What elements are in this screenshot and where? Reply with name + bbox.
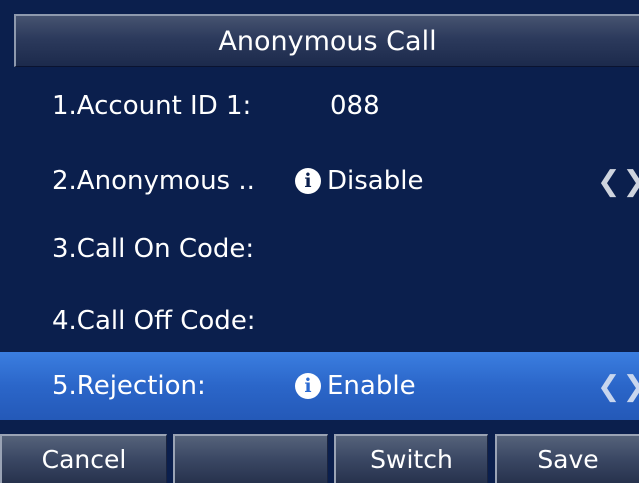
cancel-button[interactable]: Cancel	[0, 434, 167, 483]
left-right-arrow-icon[interactable]: ❮❯	[597, 370, 639, 403]
row-label: 5.Rejection:	[52, 371, 206, 401]
list-item-anonymous[interactable]: 2.Anonymous .. i Disable ❮❯	[0, 147, 639, 215]
list-item-call-on-code[interactable]: 3.Call On Code:	[0, 215, 639, 283]
empty-softkey[interactable]	[173, 434, 328, 483]
row-label: 1.Account ID 1:	[52, 91, 252, 121]
row-value-group: i Disable	[295, 166, 423, 196]
list-item-rejection[interactable]: 5.Rejection: i Enable ❮❯	[0, 352, 639, 420]
list-item-account-id[interactable]: 1.Account ID 1: 088	[0, 72, 639, 140]
row-label: 2.Anonymous ..	[52, 166, 255, 196]
save-button[interactable]: Save	[495, 434, 639, 483]
row-label: 3.Call On Code:	[52, 234, 255, 264]
row-value: Enable	[327, 371, 416, 401]
info-icon: i	[295, 373, 321, 399]
info-icon: i	[295, 168, 321, 194]
switch-button[interactable]: Switch	[334, 434, 488, 483]
row-value: 088	[330, 91, 380, 121]
row-value: Disable	[327, 166, 424, 196]
left-right-arrow-icon[interactable]: ❮❯	[597, 165, 639, 198]
phone-screen: Anonymous Call 1.Account ID 1: 088 2.Ano…	[0, 0, 639, 483]
row-value-group: i Enable	[295, 371, 416, 401]
row-label: 4.Call Off Code:	[52, 306, 256, 336]
list-item-call-off-code[interactable]: 4.Call Off Code:	[0, 287, 639, 355]
softkey-bar: Cancel Switch Save	[0, 434, 639, 483]
page-title: Anonymous Call	[14, 14, 639, 67]
